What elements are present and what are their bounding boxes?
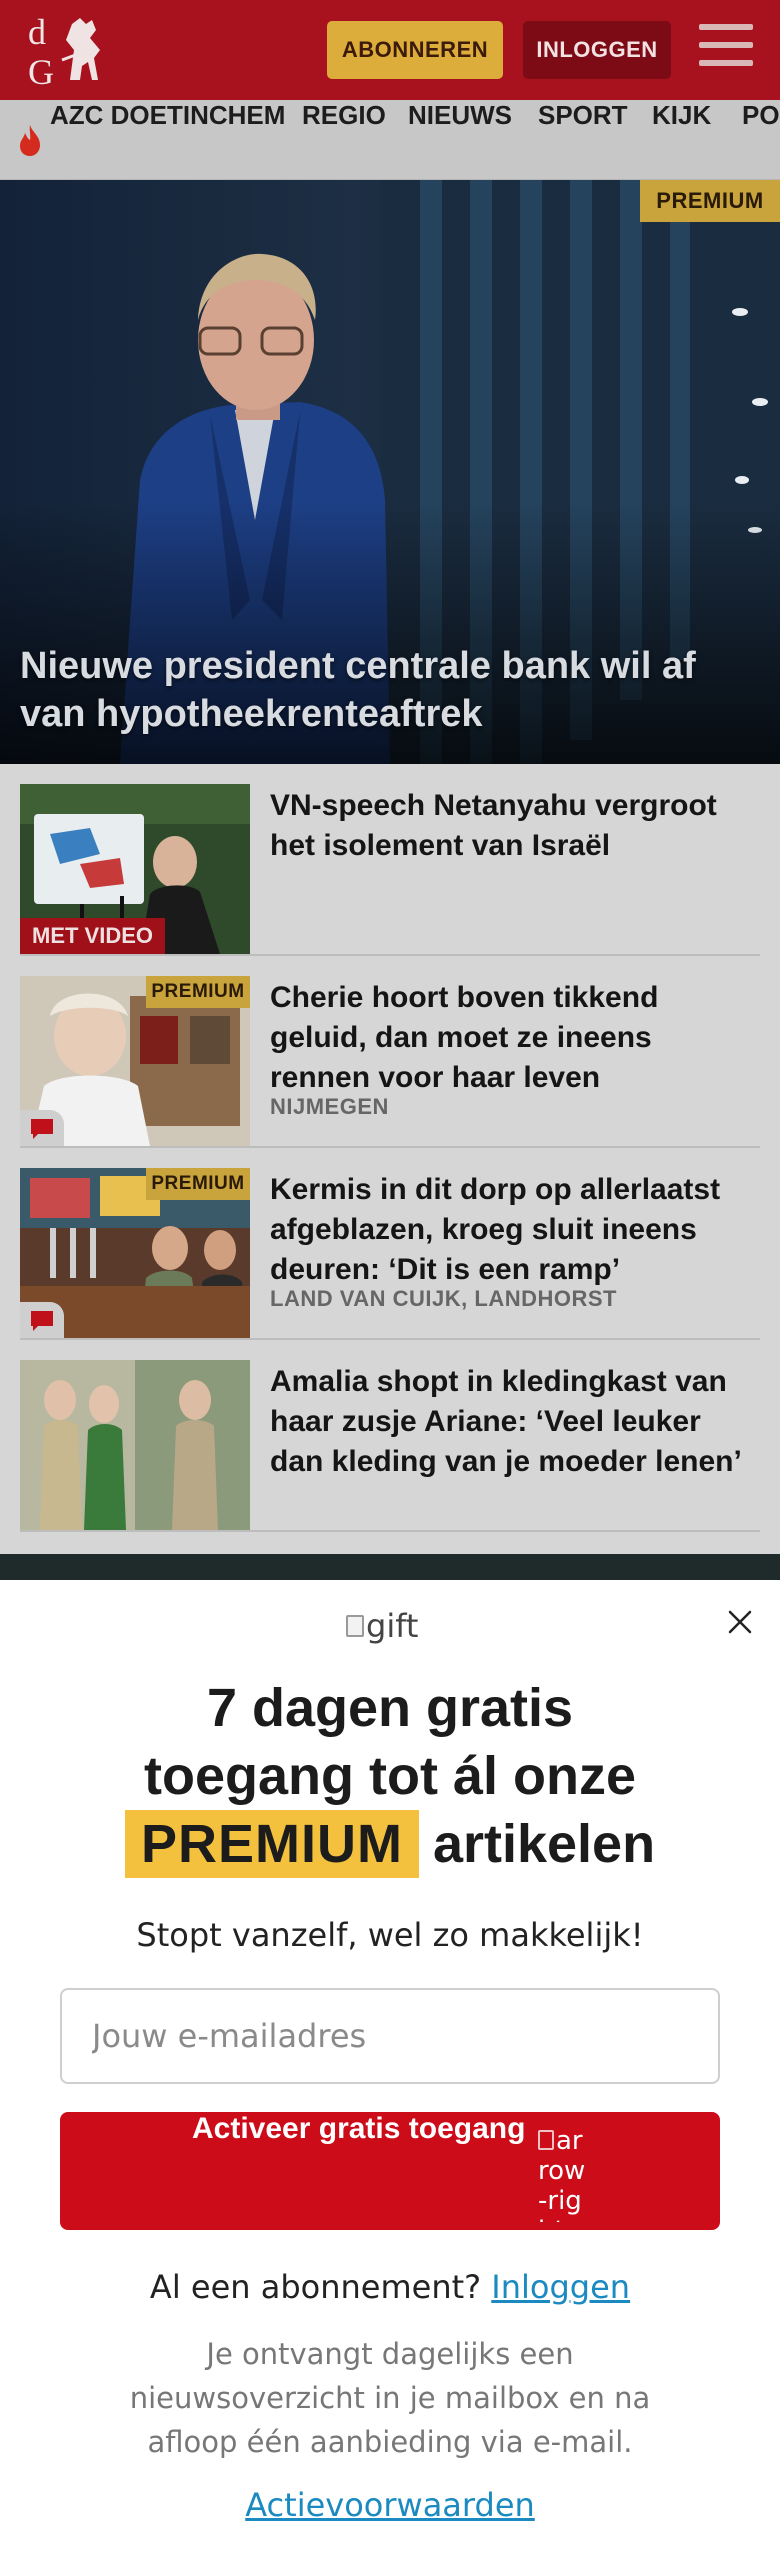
article-thumbnail: PREMIUM [20, 976, 250, 1146]
nav-item-azc-doetinchem[interactable]: AZC DOETINCHEM [50, 100, 285, 179]
popup-headline: 7 dagen gratis toegang tot ál onze PREMI… [0, 1674, 780, 1878]
premium-highlight: PREMIUM [124, 1810, 419, 1878]
headline-line-1: 7 dagen gratis [206, 1678, 574, 1738]
list-item[interactable]: PREMIUM Cherie hoort boven tikkend gelui… [20, 956, 760, 1148]
article-location: LAND VAN CUIJK, LANDHORST [270, 1286, 617, 1311]
nav-item-kijk[interactable]: KIJK [652, 100, 711, 179]
hero-article[interactable]: PREMIUM Nieuwe president centrale bank w… [0, 180, 780, 764]
premium-badge: PREMIUM [146, 976, 250, 1008]
site-header: d G ABONNEREN INLOGGEN [0, 0, 780, 100]
article-title[interactable]: Cherie hoort boven tikkend geluid, dan m… [270, 978, 760, 1098]
close-icon[interactable] [720, 1602, 760, 1642]
article-thumbnail: MET VIDEO [20, 784, 250, 954]
subscribe-button[interactable]: ABONNEREN [327, 21, 503, 79]
list-item[interactable]: PREMIUM Kermis in dit dorp op allerlaats… [20, 1148, 760, 1340]
svg-text:G: G [28, 52, 54, 90]
gift-icon: gift [346, 1606, 418, 1646]
headline-line-3-end: artikelen [432, 1814, 656, 1874]
already-subscribed-line: Al een abonnement? Inloggen [0, 2268, 780, 2306]
category-nav: AZC DOETINCHEM REGIO NIEUWS SPORT KIJK P… [0, 100, 780, 180]
nav-item-nieuws[interactable]: NIEUWS [408, 100, 512, 179]
arrow-right-icon: arrow-right [538, 2126, 586, 2222]
cta-label: Activeer gratis toegang [192, 2112, 526, 2145]
terms-line: Actievoorwaarden [0, 2486, 780, 2524]
login-button[interactable]: INLOGGEN [523, 21, 671, 79]
already-subscribed-text: Al een abonnement? [149, 2268, 482, 2306]
article-title[interactable]: Kermis in dit dorp op allerlaatst afgebl… [270, 1170, 760, 1290]
premium-badge: PREMIUM [146, 1168, 250, 1200]
next-section-peek [0, 1554, 780, 1580]
flame-icon [20, 125, 40, 156]
nav-item-overflow[interactable]: PO [742, 100, 780, 179]
terms-link[interactable]: Actievoorwaarden [245, 2486, 535, 2524]
activate-free-access-button[interactable]: Activeer gratis toegang arrow-right [60, 2112, 720, 2230]
video-badge: MET VIDEO [20, 918, 166, 954]
article-title[interactable]: Amalia shopt in kledingkast van haar zus… [270, 1362, 760, 1482]
subscription-popup: gift 7 dagen gratis toegang tot ál onze … [0, 1580, 780, 2560]
article-title[interactable]: VN-speech Netanyahu vergroot het isoleme… [270, 786, 760, 866]
article-thumbnail: PREMIUM [20, 1168, 250, 1338]
comment-icon [31, 1119, 53, 1139]
comment-badge [20, 1302, 64, 1338]
article-list: MET VIDEO VN-speech Netanyahu vergroot h… [0, 764, 780, 1554]
email-input[interactable] [60, 1988, 720, 2084]
comment-badge [20, 1110, 64, 1146]
article-location: NIJMEGEN [270, 1094, 389, 1119]
headline-line-3: PREMIUM artikelen [0, 1810, 780, 1878]
list-item[interactable]: MET VIDEO VN-speech Netanyahu vergroot h… [20, 764, 760, 956]
hero-headline[interactable]: Nieuwe president centrale bank wil af va… [20, 642, 770, 738]
site-logo[interactable]: d G [22, 10, 122, 90]
comment-icon [31, 1311, 53, 1331]
list-item[interactable]: Amalia shopt in kledingkast van haar zus… [20, 1340, 760, 1532]
article-thumbnail [20, 1360, 250, 1530]
popup-login-link[interactable]: Inloggen [491, 2268, 630, 2306]
newsletter-disclaimer: Je ontvangt dagelijks een nieuwsoverzich… [129, 2337, 651, 2459]
popup-subheadline: Stopt vanzelf, wel zo makkelijk! [136, 1916, 644, 1954]
nav-item-regio[interactable]: REGIO [302, 100, 386, 179]
premium-badge: PREMIUM [640, 180, 780, 222]
hamburger-menu-icon[interactable] [699, 24, 753, 72]
nav-item-sport[interactable]: SPORT [538, 100, 628, 179]
headline-line-2: toegang tot ál onze [144, 1746, 636, 1806]
svg-text:d: d [28, 12, 46, 52]
